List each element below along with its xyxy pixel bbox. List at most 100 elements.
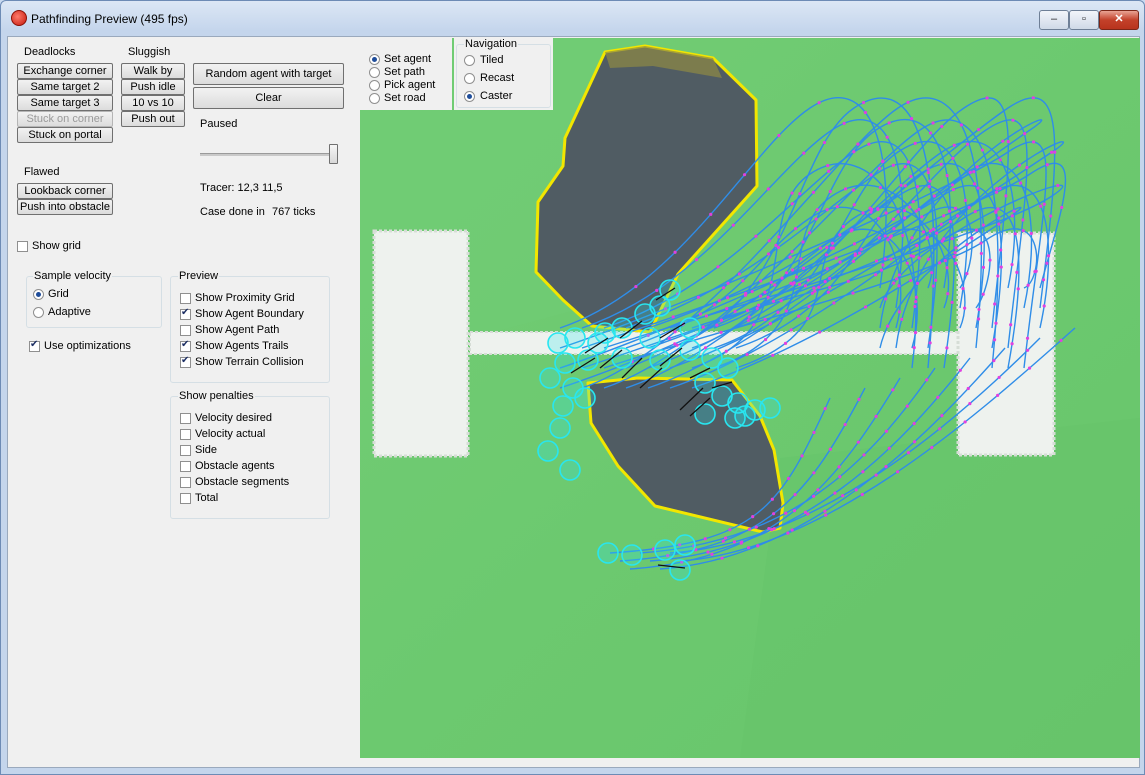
speed-slider-track[interactable] [200,153,334,156]
trail-marker [752,323,756,327]
tiled-radio[interactable] [464,55,475,66]
set-path-radio[interactable] [369,67,380,78]
trail-marker [885,135,889,139]
minimize-button[interactable]: – [1039,10,1069,30]
trail-marker [812,471,816,475]
trail-marker [825,207,829,212]
grid-radio[interactable] [33,289,44,300]
obstacle-segments-checkbox[interactable] [180,477,191,488]
trail-marker [903,216,907,220]
trail-marker [823,509,827,513]
velocity-desired-label: Velocity desired [195,412,273,424]
trail-marker [776,310,780,314]
side-checkbox[interactable] [180,445,191,456]
use-optimizations-checkbox[interactable] [29,339,40,352]
trail-marker [812,286,816,290]
trail-marker [926,171,930,175]
trail-marker [798,192,802,196]
trail-marker [940,414,944,418]
trail-marker [793,227,798,231]
trail-marker [926,167,930,171]
use-optimizations-label: Use optimizations [44,340,131,352]
lookback-corner-button[interactable]: Lookback corner [17,183,113,199]
trail-marker [979,241,983,245]
stuck-on-portal-button[interactable]: Stuck on portal [17,127,113,143]
trail-marker [723,536,728,540]
trail-marker [917,207,921,211]
agent-boundary [537,440,559,462]
trail-marker [914,295,919,299]
adaptive-radio[interactable] [33,307,44,318]
speed-slider-thumb[interactable] [329,144,338,164]
agent-trails-checkbox[interactable] [180,339,191,352]
velocity-desired-checkbox[interactable] [180,413,191,424]
agent-boundary [547,332,569,354]
paused-label: Paused [200,118,238,130]
push-into-obstacle-button[interactable]: Push into obstacle [17,199,113,215]
walk-by-button[interactable]: Walk by [121,63,185,79]
exchange-corner-button[interactable]: Exchange corner [17,63,113,79]
trail-marker [843,187,848,191]
ten-vs-ten-button[interactable]: 10 vs 10 [121,95,185,111]
trail-marker [766,295,770,299]
trail-marker [789,281,793,285]
trail-marker [745,352,749,357]
trail-marker [881,160,885,164]
terrain-collision-checkbox[interactable] [180,355,191,368]
caster-radio[interactable] [464,91,475,102]
navigation-label: Navigation [464,38,518,50]
title-bar[interactable]: Pathfinding Preview (495 fps) – ▫ ✕ [1,1,1144,37]
caster-label: Caster [480,90,513,102]
trail-marker [945,266,949,270]
trail-marker [790,528,794,532]
trail-marker [805,316,810,321]
scene-canvas[interactable] [360,38,1140,758]
simulation-viewport[interactable]: Set agent Set path Pick agent Set road N… [360,38,1140,758]
trail-marker [1027,366,1032,370]
show-grid-checkbox[interactable] [17,241,28,252]
trail-marker [910,236,914,240]
case-done-value: 767 ticks [272,206,316,218]
trail-marker [806,512,810,516]
trail-marker [768,321,772,326]
preview-label: Preview [178,270,220,282]
trail-marker [770,528,774,532]
trail-marker [721,539,725,543]
set-agent-radio[interactable] [369,54,380,65]
push-idle-button[interactable]: Push idle [121,79,185,95]
stuck-on-corner-button[interactable]: Stuck on corner [17,111,113,127]
random-agent-button[interactable]: Random agent with target [193,63,344,85]
trail-marker [946,292,950,296]
set-road-radio[interactable] [369,93,380,104]
edit-mode-panel: Set agent Set path Pick agent Set road [360,38,452,110]
trail-marker [794,275,799,279]
trail-marker [899,183,903,187]
obstacle-agents-checkbox[interactable] [180,461,191,472]
proximity-grid-checkbox[interactable] [180,293,191,304]
trail-marker [992,338,997,342]
total-label: Total [195,492,219,504]
trail-marker [856,142,860,146]
trail-marker [892,227,896,231]
pick-agent-radio[interactable] [369,80,380,91]
trail-marker [673,250,677,254]
penalties-label: Show penalties [178,390,255,402]
velocity-actual-checkbox[interactable] [180,429,191,440]
push-out-button[interactable]: Push out [121,111,185,127]
close-button[interactable]: ✕ [1099,10,1139,30]
tiled-label: Tiled [480,54,504,66]
clear-button[interactable]: Clear [193,87,344,109]
maximize-button[interactable]: ▫ [1069,10,1099,30]
trail-marker [891,163,895,167]
total-checkbox[interactable] [180,493,191,504]
same-target-3-button[interactable]: Same target 3 [17,95,113,111]
agent-boundary [559,459,581,481]
recast-radio[interactable] [464,73,475,84]
trail-marker [776,245,781,250]
trail-marker [763,290,767,294]
trail-marker [852,242,857,246]
trail-marker [952,254,956,259]
agent-path-checkbox[interactable] [180,325,191,336]
same-target-2-button[interactable]: Same target 2 [17,79,113,95]
agent-boundary-checkbox[interactable] [180,307,191,320]
